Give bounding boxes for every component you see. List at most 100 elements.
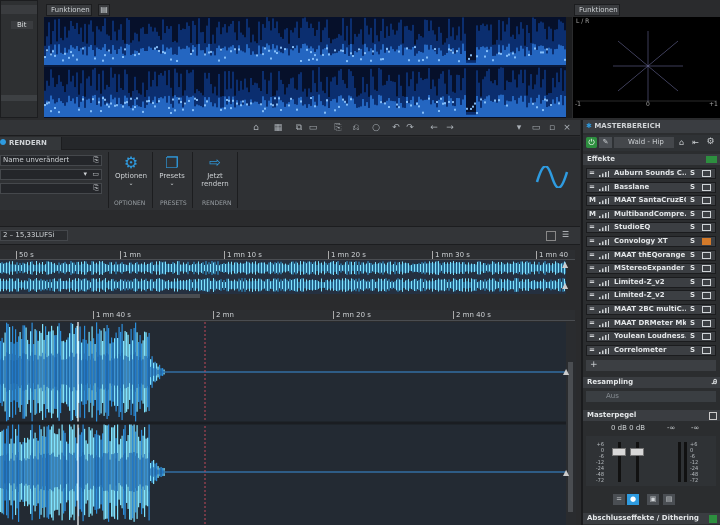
effekte-toggle-icon[interactable] xyxy=(706,156,717,163)
fader-right[interactable] xyxy=(630,448,644,456)
cut-icon[interactable]: ⧉ xyxy=(293,122,305,134)
effect-open-icon[interactable] xyxy=(702,224,711,232)
optionen-button[interactable]: ⚙ Optionen ⌄ xyxy=(112,154,150,194)
effect-slot[interactable]: = Limited-Z_v2 S xyxy=(586,290,716,302)
panel-divider[interactable] xyxy=(567,17,572,118)
format-dropdown[interactable]: ▾ ▭ xyxy=(0,169,102,180)
effect-solo-button[interactable]: S xyxy=(690,251,695,260)
effect-open-icon[interactable] xyxy=(702,265,711,273)
effect-open-icon[interactable] xyxy=(702,278,711,286)
chevron-down-icon[interactable]: ▾ xyxy=(513,122,525,134)
folder-icon[interactable]: ▭ xyxy=(307,122,319,134)
effect-mode[interactable]: = xyxy=(589,346,597,355)
effect-open-icon[interactable] xyxy=(702,292,711,300)
tab-rendern[interactable]: RENDERN xyxy=(0,137,62,150)
effect-solo-button[interactable]: S xyxy=(690,346,695,355)
vertical-scrollbar[interactable] xyxy=(566,322,576,525)
effect-slot[interactable]: = MAAT 2BC multiC... S xyxy=(586,304,716,315)
presets-button[interactable]: ❐ Presets ⌄ xyxy=(155,154,189,194)
jetzt-rendern-button[interactable]: ⇨ Jetzt rendern xyxy=(196,154,234,200)
power-button[interactable]: ⏻ xyxy=(586,137,597,148)
tab-funktionen-right[interactable]: Funktionen xyxy=(574,4,620,16)
effect-slot[interactable]: M MultibandCompre... S xyxy=(586,208,716,220)
document-icon[interactable]: ▤ xyxy=(98,4,110,16)
path-field[interactable]: ⎘ xyxy=(0,183,102,194)
effect-open-icon[interactable] xyxy=(702,346,711,354)
effect-open-icon[interactable] xyxy=(702,183,711,191)
render-tab-close-icon[interactable] xyxy=(0,139,6,145)
effect-mode[interactable]: M xyxy=(589,196,597,205)
effect-slot[interactable]: = Limited-Z_v2 S xyxy=(586,276,716,288)
effect-solo-button[interactable]: S xyxy=(690,278,695,287)
clip-icon[interactable]: ⎘ xyxy=(332,122,344,134)
effect-mode[interactable]: = xyxy=(589,319,597,328)
effect-open-icon[interactable] xyxy=(702,170,711,177)
effect-open-icon[interactable] xyxy=(702,319,711,327)
minimize-icon[interactable]: ▫ xyxy=(546,122,558,134)
effect-solo-button[interactable]: S xyxy=(690,319,695,328)
effect-slot[interactable]: = MAAT DRMeter MkI S xyxy=(586,317,716,329)
fader-left[interactable] xyxy=(612,448,626,456)
record-icon[interactable]: ○ xyxy=(370,122,382,134)
copy-icon[interactable]: ⎘ xyxy=(93,184,99,193)
folder-icon[interactable]: ▭ xyxy=(92,170,99,179)
effect-solo-button[interactable]: S xyxy=(690,291,695,300)
redo-icon[interactable]: ↷ xyxy=(404,122,416,134)
effect-open-icon[interactable] xyxy=(702,251,711,259)
gear-icon[interactable]: ⚙ xyxy=(705,137,716,148)
abschluss-grid-icon[interactable] xyxy=(709,515,717,523)
effect-slot[interactable]: = Correlometer S xyxy=(586,344,716,356)
effect-open-icon[interactable] xyxy=(702,197,711,205)
effect-mode[interactable]: = xyxy=(589,223,597,232)
collapse-icon[interactable] xyxy=(709,412,717,420)
effect-solo-button[interactable]: S xyxy=(690,210,695,219)
forward-arrow-icon[interactable]: → xyxy=(444,122,456,134)
marker-icon[interactable]: ⎌ xyxy=(350,122,362,134)
preset-dropdown[interactable]: Wald - Hip xyxy=(614,137,674,148)
window-icon[interactable]: ▭ xyxy=(530,122,542,134)
overview-waveform[interactable] xyxy=(0,260,566,294)
effect-solo-button[interactable]: S xyxy=(690,196,695,205)
effect-solo-button[interactable]: S xyxy=(690,332,695,341)
wand-icon[interactable]: ✎ xyxy=(599,137,612,148)
effect-slot[interactable]: = Basslane S xyxy=(586,181,716,193)
effect-mode[interactable]: = xyxy=(589,264,597,273)
resampling-dropdown[interactable]: Aus xyxy=(586,391,716,402)
resampling-settings-icon[interactable]: Ꭿ xyxy=(712,377,717,388)
add-effect-button[interactable]: + xyxy=(586,360,716,371)
copy-icon[interactable]: ⎘ xyxy=(93,156,99,165)
effect-slot[interactable]: = StudioEQ S xyxy=(586,222,716,234)
pin-icon[interactable]: ✱ xyxy=(586,122,592,130)
effect-mode[interactable]: = xyxy=(589,332,597,341)
effect-open-icon[interactable] xyxy=(702,306,711,313)
effect-solo-button[interactable]: S xyxy=(690,169,695,178)
link-faders-button[interactable]: = xyxy=(613,494,625,505)
effect-slot[interactable]: = Auburn Sounds C... S xyxy=(586,168,716,179)
export-icon[interactable]: ▤ xyxy=(663,494,675,505)
scroll-thumb[interactable] xyxy=(568,362,573,512)
overview-scrollbar[interactable] xyxy=(0,294,200,298)
effect-slot[interactable]: = MStereoExpander S xyxy=(586,263,716,275)
main-waveform[interactable] xyxy=(0,322,566,525)
overview-ruler[interactable]: 50 s 1 mn 1 mn 10 s 1 mn 20 s 1 mn 30 s 1 mn … xyxy=(0,250,575,260)
effect-mode[interactable]: = xyxy=(589,183,597,192)
lock-icon[interactable]: ▣ xyxy=(647,494,659,505)
effect-slot[interactable]: = Youlean Loudness... S xyxy=(586,331,716,343)
main-ruler[interactable]: 1 mn 40 s 2 mn 2 mn 20 s 2 mn 40 s xyxy=(0,310,575,321)
effect-open-icon[interactable] xyxy=(702,333,711,341)
effect-mode[interactable]: = xyxy=(589,251,597,260)
effect-mode[interactable]: = xyxy=(589,305,597,314)
cloud-icon[interactable]: ⌂ xyxy=(676,137,687,148)
effect-mode[interactable]: = xyxy=(589,169,597,178)
list-menu-icon[interactable]: ☰ xyxy=(562,230,569,239)
grid-icon[interactable]: ▦ xyxy=(272,122,284,134)
effect-open-icon[interactable] xyxy=(702,238,711,245)
effect-mode[interactable]: = xyxy=(589,237,597,246)
tab-funktionen-left[interactable]: Funktionen xyxy=(46,4,92,16)
effect-open-icon[interactable] xyxy=(702,210,711,218)
undo-icon[interactable]: ↶ xyxy=(390,122,402,134)
effect-solo-button[interactable]: S xyxy=(690,305,695,314)
effect-solo-button[interactable]: S xyxy=(690,237,695,246)
spectrogram-display[interactable] xyxy=(44,17,567,118)
close-icon[interactable]: × xyxy=(561,122,573,134)
